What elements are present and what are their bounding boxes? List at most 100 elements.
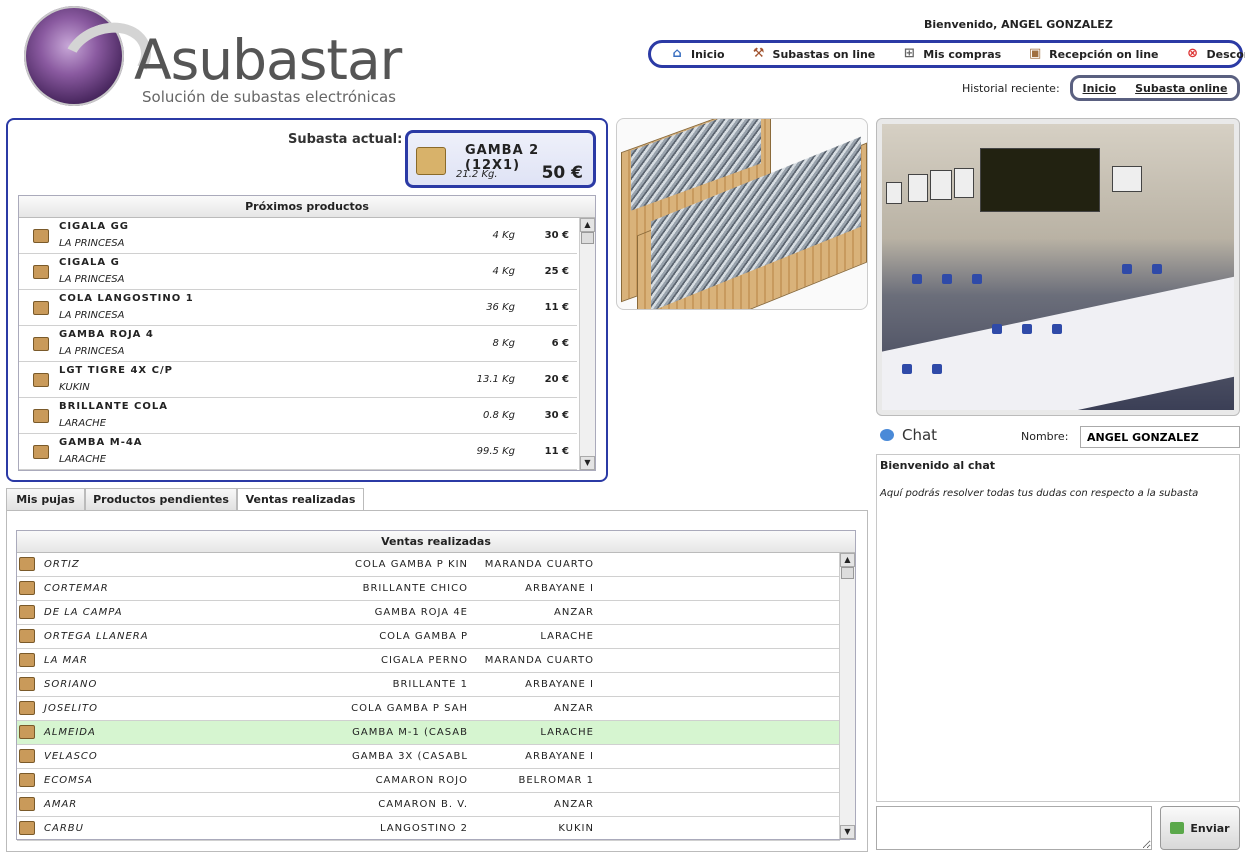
- sale-row[interactable]: VELASCO GAMBA 3X (CASABL ARBAYANE I: [17, 745, 840, 769]
- next-product-row[interactable]: GAMBA ROJA 4 LA PRINCESA 8 Kg 6 €: [19, 326, 577, 362]
- current-product-price: 50 €: [541, 163, 583, 183]
- product-vendor: LA PRINCESA: [59, 238, 125, 249]
- package-icon: [33, 265, 49, 279]
- nav-inicio[interactable]: ⌂ Inicio: [669, 46, 725, 62]
- nav-mis-compras[interactable]: ⊞ Mis compras: [901, 46, 1001, 62]
- package-icon: [19, 821, 35, 835]
- scroll-thumb[interactable]: [581, 232, 594, 244]
- sale-product: GAMBA ROJA 4E: [374, 607, 468, 618]
- sale-product: GAMBA M-1 (CASAB: [352, 727, 468, 738]
- name-field[interactable]: [1080, 426, 1240, 448]
- sale-seller: MARANDA CUARTO: [484, 559, 594, 570]
- sales-table: Ventas realizadas ORTIZ COLA GAMBA P KIN M…: [16, 530, 856, 841]
- sale-row[interactable]: ECOMSA CAMARON ROJO BELROMAR 1: [17, 769, 840, 793]
- sale-row[interactable]: CORTEMAR BRILLANTE CHICO ARBAYANE I: [17, 577, 840, 601]
- product-weight: 4 Kg: [492, 230, 515, 241]
- chat-title-label: Chat: [902, 426, 938, 444]
- sale-buyer: AMAR: [44, 799, 78, 810]
- package-icon: [33, 301, 49, 315]
- asubastar-logo: Asubastar Solución de subastas electróni…: [22, 6, 432, 110]
- sale-seller: ANZAR: [554, 607, 594, 618]
- chat-title: Chat: [880, 426, 937, 444]
- nav-recepcion-online[interactable]: ▣ Recepción on line: [1027, 46, 1159, 62]
- product-vendor: LARACHE: [59, 454, 107, 465]
- sales-header: Ventas realizadas: [17, 531, 855, 553]
- scroll-down-icon[interactable]: ▼: [840, 825, 855, 839]
- chat-message-input[interactable]: [876, 806, 1152, 850]
- product-price: 11 €: [544, 446, 569, 457]
- sale-buyer: CARBU: [44, 823, 84, 834]
- sale-seller: ARBAYANE I: [525, 679, 594, 690]
- scroll-down-icon[interactable]: ▼: [580, 456, 595, 470]
- sales-scrollbar[interactable]: ▲ ▼: [839, 553, 855, 839]
- next-product-row[interactable]: CIGALA GG LA PRINCESA 4 Kg 30 €: [19, 218, 577, 254]
- next-products-scrollbar[interactable]: ▲ ▼: [579, 218, 595, 470]
- package-icon: [19, 797, 35, 811]
- sale-product: BRILLANTE CHICO: [362, 583, 468, 594]
- nav-subastas-online[interactable]: ⚒ Subastas on line: [751, 46, 876, 62]
- next-product-row[interactable]: CIGALA G LA PRINCESA 4 Kg 25 €: [19, 254, 577, 290]
- package-icon: [19, 605, 35, 619]
- nav-label: Recepción on line: [1049, 47, 1159, 61]
- sale-seller: LARACHE: [540, 727, 594, 738]
- tab-mis-pujas[interactable]: Mis pujas: [6, 488, 85, 511]
- product-price: 30 €: [544, 230, 569, 241]
- nav-label: Mis compras: [923, 47, 1002, 61]
- sale-row[interactable]: ORTIZ COLA GAMBA P KIN MARANDA CUARTO: [17, 553, 840, 577]
- next-product-row[interactable]: COLA LANGOSTINO 1 LA PRINCESA 36 Kg 11 €: [19, 290, 577, 326]
- sale-row[interactable]: AMAR CAMARON B. V. ANZAR: [17, 793, 840, 817]
- next-products-header: Próximos productos: [19, 196, 595, 218]
- sale-row[interactable]: ALMEIDA GAMBA M-1 (CASAB LARACHE: [17, 721, 840, 745]
- name-label: Nombre:: [1021, 430, 1069, 443]
- product-vendor: LA PRINCESA: [59, 310, 125, 321]
- send-button[interactable]: Enviar: [1160, 806, 1240, 850]
- chat-welcome: Bienvenido al chat: [880, 459, 995, 472]
- gavel-icon: ⚒: [752, 46, 765, 61]
- tab-ventas-realizadas[interactable]: Ventas realizadas: [237, 488, 364, 512]
- sale-row[interactable]: CARBU LANGOSTINO 2 KUKIN: [17, 817, 840, 841]
- sale-buyer: LA MAR: [44, 655, 89, 666]
- chat-message: Aquí podrás resolver todas tus dudas con…: [880, 488, 1199, 499]
- next-product-row[interactable]: BRILLANTE COLA LARACHE 0.8 Kg 30 €: [19, 398, 577, 434]
- sale-row[interactable]: SORIANO BRILLANTE 1 ARBAYANE I: [17, 673, 840, 697]
- sale-product: GAMBA 3X (CASABL: [351, 751, 468, 762]
- sale-buyer: CORTEMAR: [44, 583, 109, 594]
- next-product-row[interactable]: LGT TIGRE 4X C/P KUKIN 13.1 Kg 20 €: [19, 362, 577, 398]
- product-price: 11 €: [544, 302, 569, 313]
- sale-row[interactable]: DE LA CAMPA GAMBA ROJA 4E ANZAR: [17, 601, 840, 625]
- sale-row[interactable]: ORTEGA LLANERA COLA GAMBA P LARACHE: [17, 625, 840, 649]
- auction-webcam: [876, 118, 1240, 416]
- package-icon: [33, 337, 49, 351]
- current-auction-box: GAMBA 2 (12X1) 21.2 Kg. 50 €: [405, 130, 596, 188]
- history-label: Historial reciente:: [962, 82, 1060, 95]
- package-icon: [19, 653, 35, 667]
- sale-row[interactable]: LA MAR CIGALA PERNO MARANDA CUARTO: [17, 649, 840, 673]
- next-product-row[interactable]: GAMBA M-4A LARACHE 99.5 Kg 11 €: [19, 434, 577, 470]
- scroll-up-icon[interactable]: ▲: [840, 553, 855, 567]
- tab-productos-pendientes[interactable]: Productos pendientes: [85, 488, 237, 511]
- package-icon: [19, 773, 35, 787]
- current-auction-label: Subasta actual:: [288, 132, 403, 147]
- product-vendor: KUKIN: [59, 382, 90, 393]
- product-name: BRILLANTE COLA: [59, 401, 168, 412]
- nav-label: Inicio: [691, 47, 725, 61]
- sale-row[interactable]: JOSELITO COLA GAMBA P SAH ANZAR: [17, 697, 840, 721]
- webcam-video: [882, 124, 1234, 410]
- scroll-up-icon[interactable]: ▲: [580, 218, 595, 232]
- scroll-thumb[interactable]: [841, 567, 854, 579]
- product-price: 25 €: [544, 266, 569, 277]
- history-link-inicio[interactable]: Inicio: [1083, 82, 1117, 95]
- product-vendor: LA PRINCESA: [59, 274, 125, 285]
- sale-product: COLA GAMBA P SAH: [351, 703, 468, 714]
- send-label: Enviar: [1190, 821, 1230, 835]
- sale-seller: LARACHE: [540, 631, 594, 642]
- nav-desconectar[interactable]: ⊗ Desconectar: [1185, 46, 1245, 62]
- next-products-table: Próximos productos CIGALA GG LA PRINCESA 4…: [18, 195, 596, 471]
- product-name: GAMBA M-4A: [59, 437, 143, 448]
- chat-bubble-icon: [880, 429, 894, 441]
- package-icon: [19, 629, 35, 643]
- box-icon: ▣: [1029, 46, 1042, 61]
- sale-buyer: ECOMSA: [44, 775, 93, 786]
- history-link-subasta-online[interactable]: Subasta online: [1135, 82, 1227, 95]
- sale-buyer: ORTEGA LLANERA: [44, 631, 149, 642]
